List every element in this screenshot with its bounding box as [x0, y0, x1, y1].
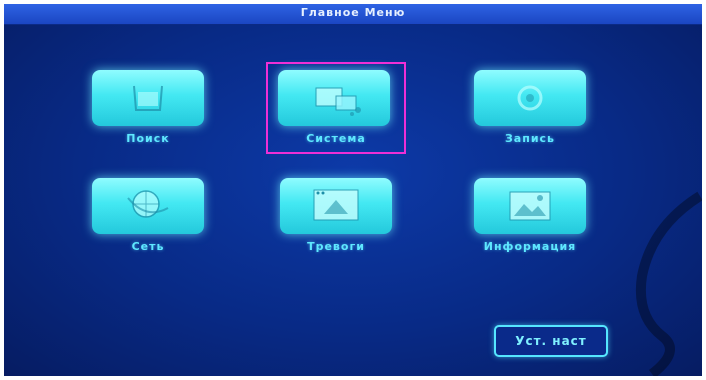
network-tile[interactable] — [92, 178, 204, 234]
network-icon — [127, 190, 169, 218]
menu-item-label: Сеть — [131, 240, 165, 253]
record-icon — [517, 85, 543, 111]
main-menu-screen: Главное Меню Поиск Система Запись Сеть Т… — [4, 4, 702, 376]
search-tile[interactable] — [92, 70, 204, 126]
info-tile[interactable] — [474, 178, 586, 234]
watermark-graphic — [635, 191, 702, 376]
menu-item-alarm[interactable]: Тревоги — [266, 174, 406, 266]
menu-item-label: Поиск — [126, 132, 170, 145]
search-icon — [133, 85, 163, 111]
window-title: Главное Меню — [300, 6, 406, 19]
alarm-icon — [313, 189, 359, 221]
title-bar: Главное Меню — [4, 4, 702, 25]
menu-item-system[interactable]: Система — [266, 62, 406, 154]
menu-item-info[interactable]: Информация — [460, 174, 600, 266]
record-tile[interactable] — [474, 70, 586, 126]
selection-highlight — [266, 62, 406, 154]
menu-item-search[interactable]: Поиск — [78, 66, 218, 158]
menu-item-label: Запись — [504, 132, 556, 145]
menu-item-label: Информация — [483, 240, 577, 253]
menu-item-label: Тревоги — [307, 240, 365, 253]
setup-button[interactable]: Уст. наст — [494, 325, 608, 357]
info-icon — [509, 191, 551, 221]
alarm-tile[interactable] — [280, 178, 392, 234]
menu-item-network[interactable]: Сеть — [78, 174, 218, 266]
menu-item-record[interactable]: Запись — [460, 66, 600, 158]
